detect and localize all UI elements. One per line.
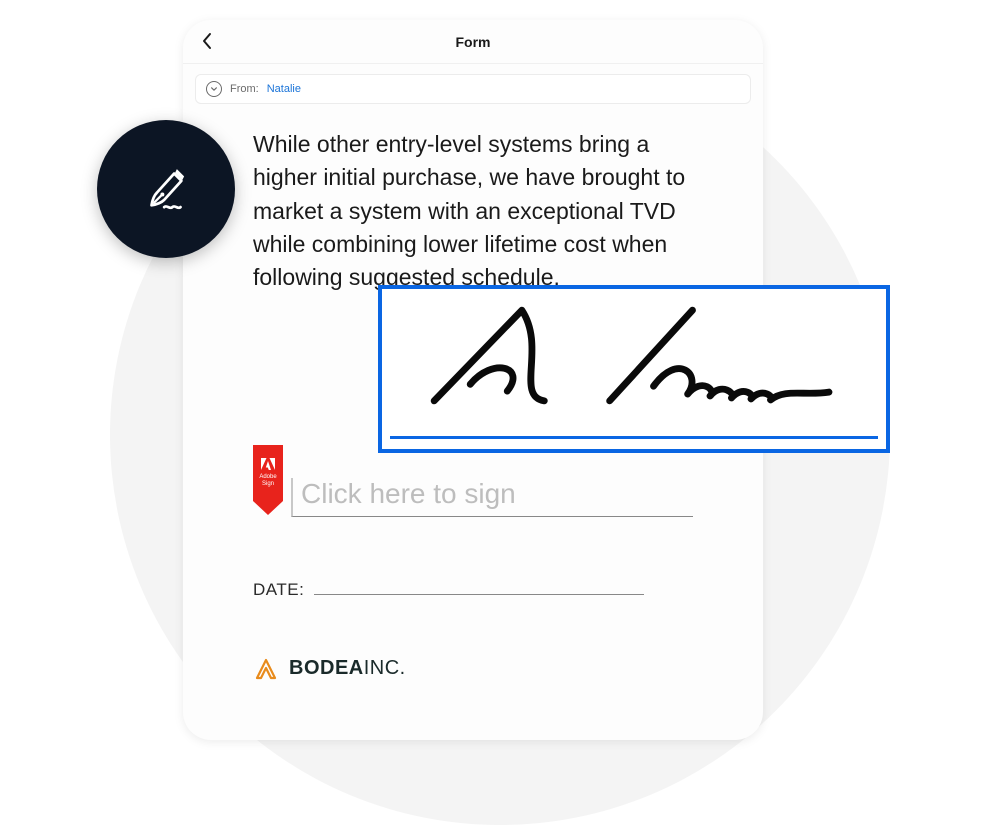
company-row: BODEAINC.	[253, 656, 693, 682]
signature-placeholder: Click here to sign	[301, 478, 516, 509]
signature-underline	[390, 436, 878, 439]
flag-product-text: Sign	[262, 481, 274, 487]
bodea-logo-icon	[253, 656, 279, 682]
company-name-light: INC.	[364, 657, 406, 679]
date-label: DATE:	[253, 580, 304, 600]
from-name: Natalie	[267, 83, 301, 95]
from-bar[interactable]: From: Natalie	[195, 74, 751, 104]
company-name-bold: BODEA	[289, 657, 364, 679]
page-title: Form	[456, 34, 491, 50]
signature-row: AdobeSign Click here to sign	[253, 445, 693, 517]
flag-brand-text: Adobe	[259, 474, 276, 480]
from-label: From:	[230, 83, 259, 95]
chevron-left-icon	[201, 32, 213, 50]
back-button[interactable]	[201, 32, 221, 52]
fountain-pen-icon	[137, 160, 195, 218]
form-header: Form	[183, 20, 763, 64]
date-field[interactable]	[314, 573, 644, 595]
signature-field[interactable]: Click here to sign	[291, 478, 693, 517]
date-row: DATE:	[253, 573, 693, 600]
chevron-down-icon	[210, 85, 218, 93]
adobe-sign-flag-icon: AdobeSign	[253, 445, 283, 517]
company-name: BODEAINC.	[289, 657, 406, 680]
document-paragraph: While other entry-level systems bring a …	[253, 128, 693, 295]
pen-signature-badge	[97, 120, 235, 258]
adobe-logo-icon	[261, 458, 275, 470]
handwritten-signature-icon	[400, 297, 868, 417]
expand-toggle[interactable]	[206, 81, 222, 97]
signature-preview-popup	[378, 285, 890, 453]
